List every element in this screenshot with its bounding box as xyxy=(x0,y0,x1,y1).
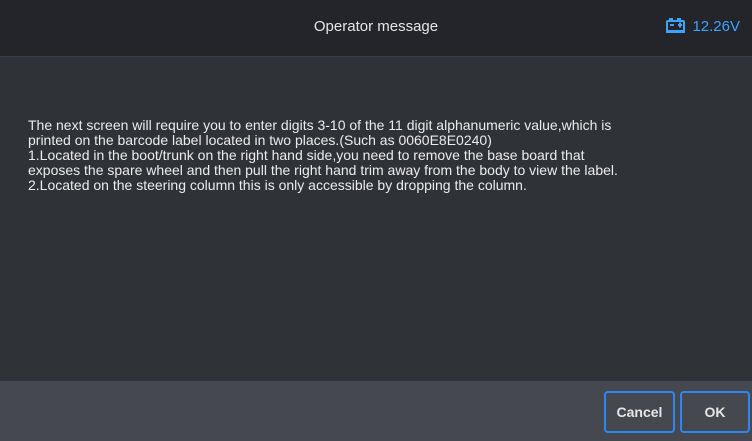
cancel-button[interactable]: Cancel xyxy=(604,391,675,433)
message-area xyxy=(0,57,752,381)
operator-message-text: The next screen will require you to ente… xyxy=(28,118,728,193)
message-line: The next screen will require you to ente… xyxy=(28,117,612,133)
message-line: exposes the spare wheel and then pull th… xyxy=(28,162,618,178)
message-line: 2.Located on the steering column this is… xyxy=(28,177,527,193)
message-line: 1.Located in the boot/trunk on the right… xyxy=(28,147,585,163)
battery-status: 12.26V xyxy=(666,17,740,35)
title-bar: Operator message 12.26V xyxy=(0,0,752,57)
ok-button[interactable]: OK xyxy=(680,391,750,433)
battery-voltage: 12.26V xyxy=(692,17,740,35)
action-bar: Cancel OK xyxy=(0,381,752,441)
operator-message-screen: Operator message 12.26V The next screen … xyxy=(0,0,752,441)
page-title: Operator message xyxy=(313,18,439,35)
message-line: printed on the barcode label located in … xyxy=(28,132,492,148)
car-battery-icon xyxy=(666,17,686,35)
